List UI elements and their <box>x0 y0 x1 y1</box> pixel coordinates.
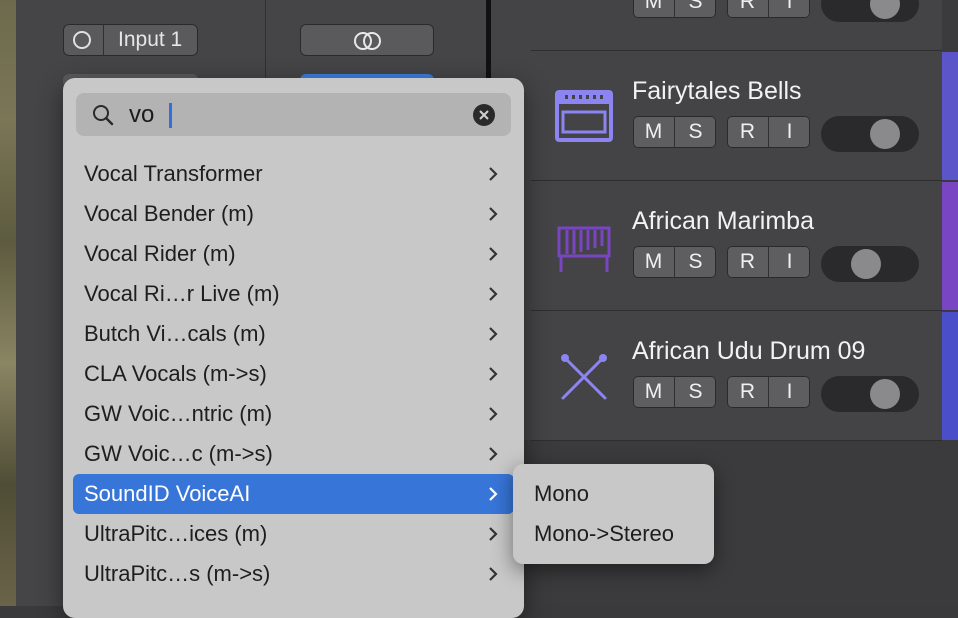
region-color <box>942 312 958 440</box>
track-on-off-toggle[interactable] <box>821 116 919 152</box>
region-color <box>942 52 958 180</box>
record-input-group: R I <box>727 116 810 148</box>
solo-button[interactable]: S <box>675 376 716 408</box>
input-monitor-button[interactable]: I <box>769 376 810 408</box>
mute-solo-group: M S <box>633 246 716 278</box>
plugin-list: Vocal Transformer Vocal Bender (m) Vocal… <box>73 154 514 594</box>
plugin-menu: Vocal Transformer Vocal Bender (m) Vocal… <box>63 78 524 618</box>
chevron-right-icon <box>489 487 498 501</box>
menu-item-label: Vocal Ri…r Live (m) <box>84 281 280 306</box>
record-input-group: R I <box>727 246 810 278</box>
clear-search-button[interactable] <box>473 104 495 126</box>
solo-button[interactable]: S <box>675 116 716 148</box>
search-field[interactable] <box>76 93 511 136</box>
chevron-right-icon <box>489 407 498 421</box>
record-input-group: R I <box>727 376 810 408</box>
chevron-right-icon <box>489 527 498 541</box>
menu-item[interactable]: Vocal Rider (m) <box>73 234 514 274</box>
record-enable-button[interactable]: R <box>727 0 769 18</box>
mute-solo-group: M S <box>633 376 716 408</box>
menu-item-label: SoundID VoiceAI <box>84 481 251 506</box>
input-monitor-button[interactable]: I <box>769 0 810 18</box>
menu-item-label: Vocal Bender (m) <box>84 201 254 226</box>
close-icon <box>479 110 489 120</box>
menu-item[interactable]: Vocal Bender (m) <box>73 194 514 234</box>
link-rings-icon <box>354 32 381 50</box>
chevron-right-icon <box>489 167 498 181</box>
submenu: Mono Mono->Stereo <box>513 464 714 564</box>
menu-item-label: Butch Vi…cals (m) <box>84 321 266 346</box>
solo-button[interactable]: S <box>675 246 716 278</box>
track-on-off-toggle[interactable] <box>821 376 919 412</box>
chevron-right-icon <box>489 287 498 301</box>
region-color <box>942 182 958 310</box>
submenu-item-label: Mono->Stereo <box>534 521 675 546</box>
menu-item[interactable]: Vocal Transformer <box>73 154 514 194</box>
menu-item-label: UltraPitc…s (m->s) <box>84 561 271 586</box>
menu-item[interactable]: GW Voic…c (m->s) <box>73 434 514 474</box>
input-monitor-button[interactable]: I <box>769 246 810 278</box>
toggle-knob <box>851 249 881 279</box>
link-button[interactable] <box>300 24 434 56</box>
menu-item[interactable]: UltraPitc…ices (m) <box>73 514 514 554</box>
chevron-right-icon <box>489 567 498 581</box>
track-name: African Marimba <box>632 207 814 235</box>
mute-solo-group: M S <box>633 116 716 148</box>
drumsticks-icon <box>561 354 607 400</box>
track-row[interactable]: African Marimba M S R I <box>531 181 942 311</box>
menu-item-label: CLA Vocals (m->s) <box>84 361 267 386</box>
menu-item-label: Vocal Transformer <box>84 161 263 186</box>
submenu-item-mono[interactable]: Mono <box>522 474 705 514</box>
mute-button[interactable]: M <box>633 376 675 408</box>
record-input-group: R I <box>727 0 810 18</box>
track-row[interactable]: African Udu Drum 09 M S R I <box>531 311 942 441</box>
keyboard-instrument-icon <box>555 90 613 142</box>
mute-button[interactable]: M <box>633 0 675 18</box>
region-color-strip <box>942 0 958 606</box>
marimba-icon <box>557 226 611 272</box>
menu-item-label: UltraPitc…ices (m) <box>84 521 268 546</box>
input-divider <box>103 24 104 56</box>
record-enable-button[interactable]: R <box>727 116 769 148</box>
mute-solo-group: M S <box>633 0 716 18</box>
search-icon <box>93 105 114 126</box>
input-mono-icon <box>73 31 91 49</box>
toggle-knob <box>870 119 900 149</box>
chevron-right-icon <box>489 327 498 341</box>
track-on-off-toggle[interactable] <box>821 0 919 22</box>
text-caret <box>169 103 172 128</box>
chevron-right-icon <box>489 447 498 461</box>
track-name: African Udu Drum 09 <box>632 337 866 365</box>
record-enable-button[interactable]: R <box>727 376 769 408</box>
track-name: Fairytales Bells <box>632 77 802 105</box>
menu-item[interactable]: Butch Vi…cals (m) <box>73 314 514 354</box>
menu-item[interactable]: UltraPitc…s (m->s) <box>73 554 514 594</box>
input-label: Input 1 <box>118 28 183 51</box>
background-photo-strip <box>0 0 16 606</box>
solo-button[interactable]: S <box>675 0 716 18</box>
menu-item-selected[interactable]: SoundID VoiceAI <box>73 474 514 514</box>
input-button[interactable]: Input 1 <box>63 24 198 56</box>
track-on-off-toggle[interactable] <box>821 246 919 282</box>
menu-item-label: Vocal Rider (m) <box>84 241 236 266</box>
menu-item[interactable]: GW Voic…ntric (m) <box>73 394 514 434</box>
toggle-knob <box>870 0 900 19</box>
chevron-right-icon <box>489 247 498 261</box>
chevron-right-icon <box>489 207 498 221</box>
chevron-right-icon <box>489 367 498 381</box>
mute-button[interactable]: M <box>633 246 675 278</box>
track-row[interactable]: Fairytales Bells M S R I <box>531 51 942 181</box>
input-monitor-button[interactable]: I <box>769 116 810 148</box>
search-input[interactable] <box>129 96 449 133</box>
submenu-item-label: Mono <box>534 481 590 506</box>
toggle-knob <box>870 379 900 409</box>
submenu-item-mono-stereo[interactable]: Mono->Stereo <box>522 514 705 554</box>
track-row[interactable]: M S R I <box>531 0 942 51</box>
menu-item-label: GW Voic…c (m->s) <box>84 441 273 466</box>
menu-item[interactable]: Vocal Ri…r Live (m) <box>73 274 514 314</box>
menu-item[interactable]: CLA Vocals (m->s) <box>73 354 514 394</box>
mute-button[interactable]: M <box>633 116 675 148</box>
record-enable-button[interactable]: R <box>727 246 769 278</box>
menu-item-label: GW Voic…ntric (m) <box>84 401 273 426</box>
